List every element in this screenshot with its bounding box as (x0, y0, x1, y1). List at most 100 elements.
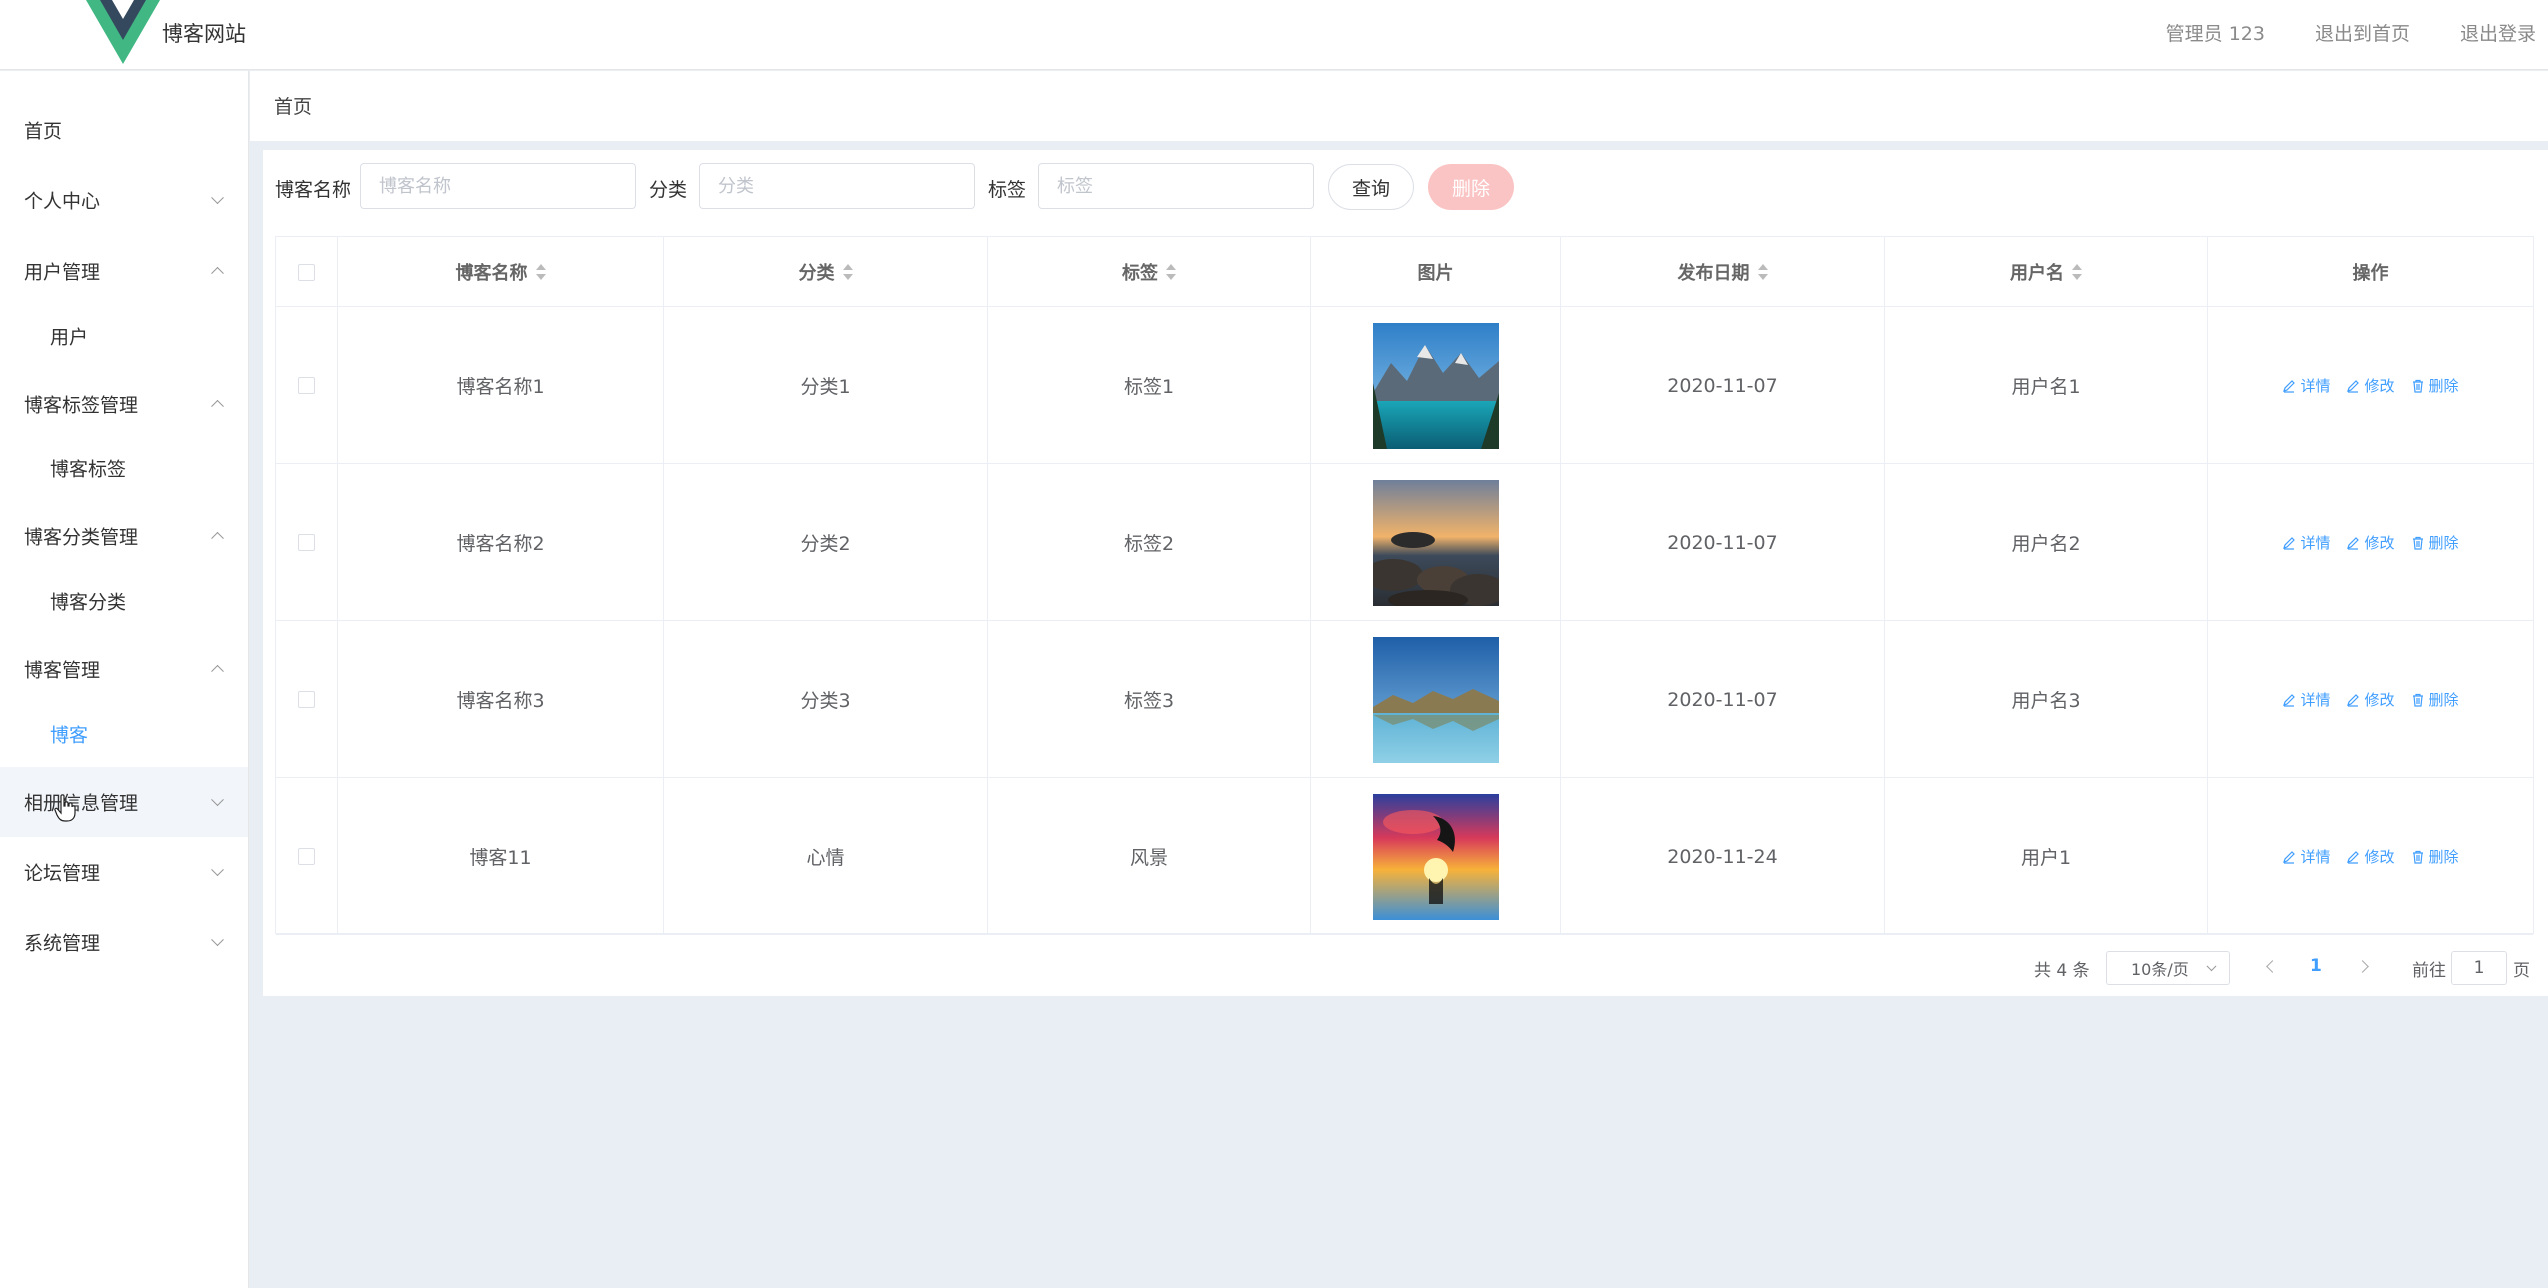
edit-button[interactable]: 修改 (2346, 532, 2395, 553)
row-checkbox[interactable] (298, 534, 315, 551)
page-size-select[interactable]: 10条/页 (2106, 951, 2230, 985)
edit-icon (2347, 379, 2360, 393)
sidebar-item-system-management[interactable]: 系统管理 (0, 907, 248, 977)
publish-date-cell: 2020-11-07 (1561, 464, 1885, 621)
blog-name-input[interactable] (360, 163, 636, 209)
detail-button[interactable]: 详情 (2282, 532, 2330, 553)
sidebar-item-blog-tag[interactable]: 博客标签 (0, 433, 248, 503)
column-header-actions: 操作 (2352, 263, 2389, 284)
blog-thumbnail-calm-lake-reflection[interactable] (1372, 636, 1499, 763)
category-filter-label: 分类 (649, 179, 688, 201)
sidebar-item-album-management[interactable]: 相册信息管理 (0, 767, 248, 837)
batch-delete-button[interactable]: 删除 (1428, 164, 1514, 210)
sidebar-item-home[interactable]: 首页 (0, 95, 248, 165)
tag-cell: 标签3 (988, 621, 1311, 778)
publish-date-cell: 2020-11-07 (1561, 621, 1885, 778)
sidebar-item-personal-center[interactable]: 个人中心 (0, 165, 248, 235)
trash-icon (2412, 536, 2423, 550)
header-select-all (276, 237, 338, 307)
delete-button[interactable]: 删除 (2411, 689, 2459, 710)
sidebar-item-user[interactable]: 用户 (0, 301, 248, 371)
trash-icon (2412, 379, 2423, 393)
blog-table: 博客名称 分类 标签 图片 发布日期 用户名 操作 博客名称1 分类1 标签1 (275, 236, 2534, 935)
pagination-total: 共 4 条 (2034, 960, 2090, 981)
sidebar-item-label: 系统管理 (24, 932, 101, 955)
edit-icon (2283, 536, 2296, 550)
query-button[interactable]: 查询 (1328, 164, 1414, 210)
table-header: 博客名称 分类 标签 图片 发布日期 用户名 操作 (276, 237, 2533, 307)
sidebar-item-label: 博客 (50, 724, 89, 747)
delete-button[interactable]: 删除 (2411, 375, 2459, 396)
sidebar-item-blog-management[interactable]: 博客管理 (0, 634, 248, 704)
column-header-publish-date[interactable]: 发布日期 (1561, 237, 1885, 307)
sidebar-item-blog[interactable]: 博客 (0, 699, 248, 769)
delete-button[interactable]: 删除 (2411, 846, 2459, 867)
detail-button[interactable]: 详情 (2282, 689, 2330, 710)
edit-icon (2283, 693, 2296, 707)
column-header-blog-name[interactable]: 博客名称 (338, 237, 664, 307)
sidebar: 首页 个人中心 用户管理 用户 博客标签管理 博客标签 博客分类管理 博客分类 … (0, 71, 249, 1288)
sort-icon (842, 264, 853, 280)
blog-thumbnail-mountain-lake[interactable] (1372, 322, 1499, 449)
site-title: 博客网站 (162, 22, 246, 46)
exit-to-home-link[interactable]: 退出到首页 (2315, 19, 2410, 46)
sidebar-item-label: 相册信息管理 (24, 792, 139, 815)
column-header-image: 图片 (1311, 237, 1561, 307)
chevron-up-icon (211, 531, 224, 545)
category-input[interactable] (699, 163, 975, 209)
tag-cell: 标签2 (988, 464, 1311, 621)
tag-filter-label: 标签 (988, 179, 1027, 201)
edit-icon (2347, 693, 2360, 707)
category-cell: 分类3 (664, 621, 988, 778)
admin-label: 管理员 123 (2165, 23, 2265, 45)
breadcrumb: 首页 (250, 71, 2548, 141)
row-checkbox[interactable] (298, 691, 315, 708)
column-header-tag[interactable]: 标签 (988, 237, 1311, 307)
column-header-username[interactable]: 用户名 (1885, 237, 2208, 307)
blog-thumbnail-dolphin-sunset[interactable] (1372, 793, 1499, 920)
vue-logo-icon (86, 0, 160, 64)
sidebar-item-label: 用户 (50, 326, 89, 349)
tag-input[interactable] (1038, 163, 1314, 209)
column-header-category[interactable]: 分类 (664, 237, 988, 307)
tag-cell: 风景 (988, 778, 1311, 935)
chevron-down-icon (211, 793, 224, 807)
delete-button[interactable]: 删除 (2411, 532, 2459, 553)
sidebar-item-user-management[interactable]: 用户管理 (0, 236, 248, 306)
tag-cell: 标签1 (988, 307, 1311, 464)
breadcrumb-home[interactable]: 首页 (274, 92, 312, 119)
table-row: 博客名称2 分类2 标签2 2020-11-07 用户名2 详情 修改 删除 (276, 464, 2533, 621)
sidebar-item-blog-category[interactable]: 博客分类 (0, 566, 248, 636)
sidebar-item-label: 博客标签管理 (24, 394, 139, 417)
category-cell: 心情 (664, 778, 988, 935)
sidebar-item-blog-tag-management[interactable]: 博客标签管理 (0, 369, 248, 439)
username-cell: 用户名2 (1885, 464, 2208, 621)
edit-button[interactable]: 修改 (2346, 375, 2395, 396)
chevron-down-icon (2206, 961, 2217, 972)
chevron-up-icon (211, 399, 224, 413)
detail-button[interactable]: 详情 (2282, 375, 2330, 396)
row-checkbox[interactable] (298, 377, 315, 394)
sidebar-item-forum-management[interactable]: 论坛管理 (0, 837, 248, 907)
edit-icon (2347, 536, 2360, 550)
sidebar-item-label: 博客分类 (50, 591, 127, 614)
sidebar-item-label: 个人中心 (24, 190, 101, 213)
goto-page-input[interactable] (2451, 951, 2507, 985)
select-all-checkbox[interactable] (298, 263, 315, 281)
sidebar-item-label: 论坛管理 (24, 862, 101, 885)
chevron-up-icon (211, 266, 224, 280)
sidebar-item-label: 博客标签 (50, 458, 127, 481)
edit-button[interactable]: 修改 (2346, 689, 2395, 710)
publish-date-cell: 2020-11-07 (1561, 307, 1885, 464)
row-checkbox[interactable] (298, 848, 315, 865)
sort-icon (535, 264, 546, 280)
logout-link[interactable]: 退出登录 (2460, 19, 2536, 46)
blog-thumbnail-rocky-shore-sunset[interactable] (1372, 479, 1499, 606)
chevron-down-icon (211, 191, 224, 205)
top-header: 博客网站 管理员 123 退出到首页 退出登录 (0, 0, 2548, 70)
chevron-up-icon (211, 664, 224, 678)
detail-button[interactable]: 详情 (2282, 846, 2330, 867)
edit-button[interactable]: 修改 (2346, 846, 2395, 867)
sidebar-item-blog-category-management[interactable]: 博客分类管理 (0, 501, 248, 571)
current-page-number[interactable]: 1 (2310, 956, 2322, 976)
